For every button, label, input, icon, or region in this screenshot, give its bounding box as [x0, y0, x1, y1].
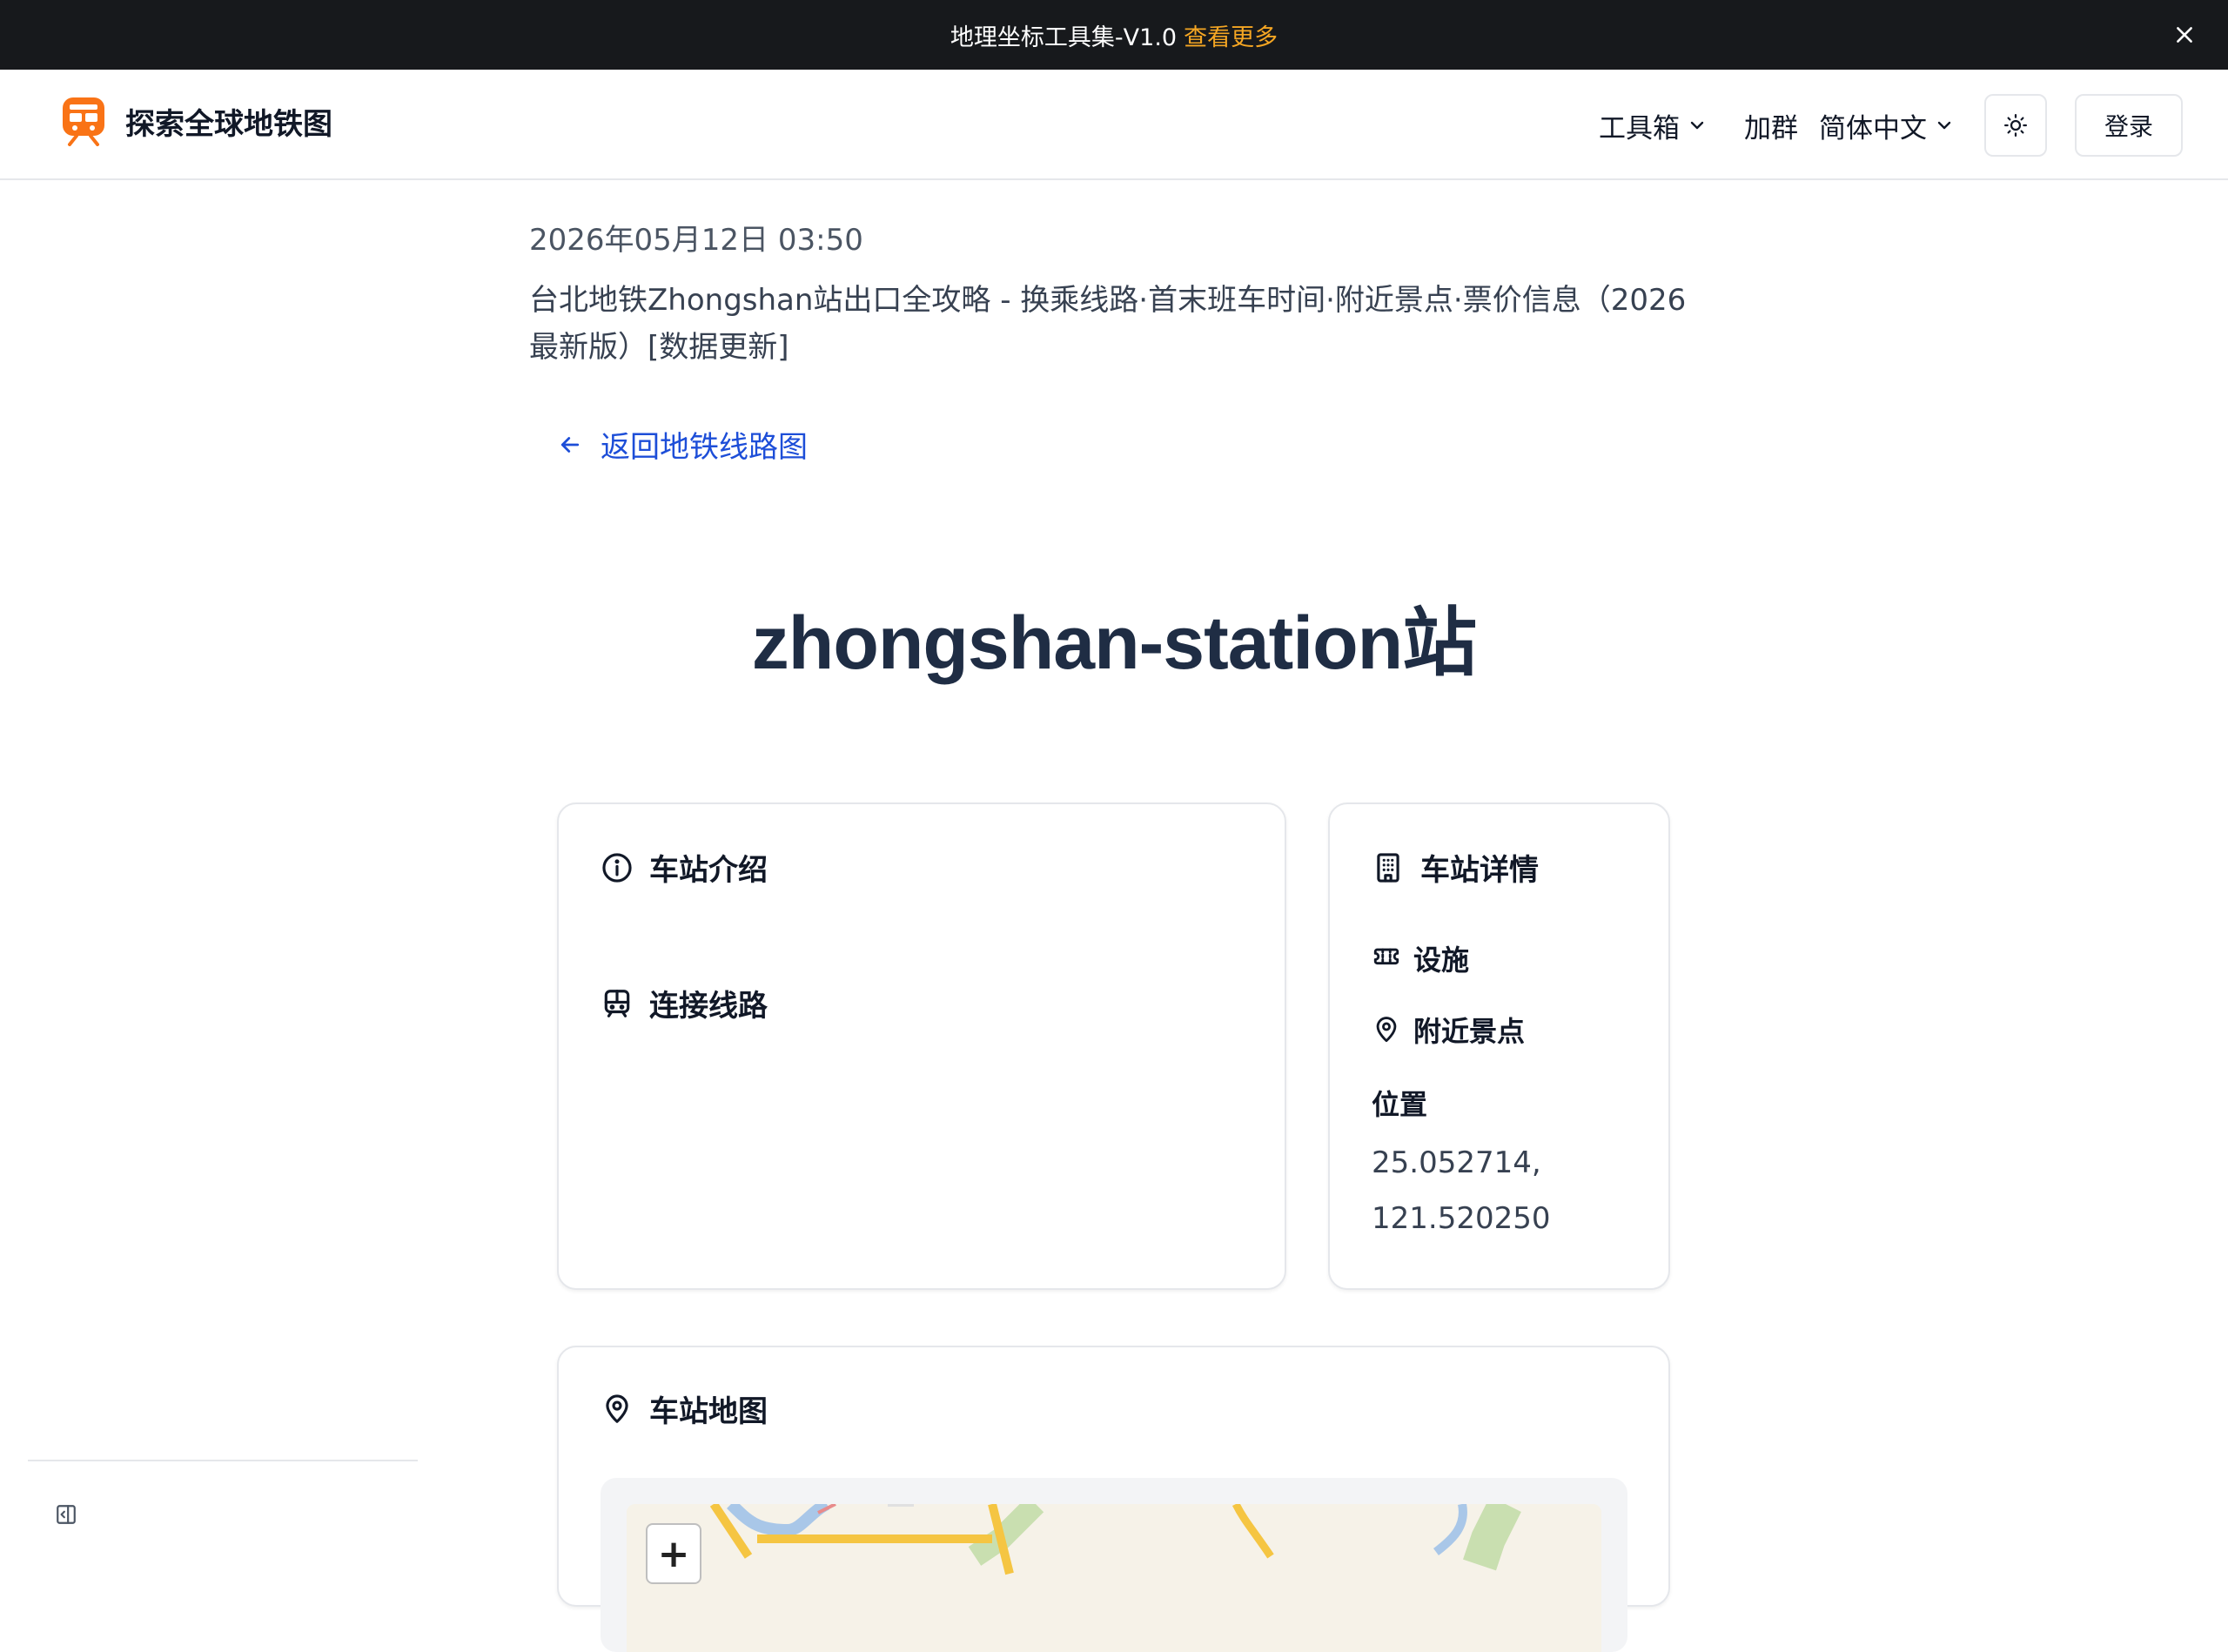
map-view[interactable]: + [627, 1504, 1601, 1652]
nav-actions: 工具箱 加群 简体中文 登录 [1599, 94, 2183, 157]
details-heading: 车站详情 [1372, 846, 1539, 889]
announcement-close-button[interactable] [2167, 17, 2202, 52]
close-icon [2177, 27, 2192, 43]
login-button[interactable]: 登录 [2075, 94, 2183, 157]
facilities-heading-label: 设施 [1413, 944, 1470, 977]
map-heading-label: 车站地图 [649, 1394, 768, 1429]
map-pin-icon [606, 1393, 628, 1423]
train-logo-icon [63, 97, 104, 146]
location-heading: 位置 [1372, 1088, 1428, 1121]
back-to-map-link[interactable]: 返回地铁线路图 [557, 423, 808, 466]
back-link-label: 返回地铁线路图 [601, 430, 808, 465]
brand-name: 探索全球地铁图 [125, 106, 332, 142]
publish-date: 2026年05月12日 03:50 [529, 223, 863, 258]
station-title: zhongshan-station站 [751, 601, 1477, 685]
lines-heading: 连接线路 [601, 982, 768, 1024]
train-icon [604, 989, 630, 1017]
nearby-heading-label: 附近景点 [1413, 1015, 1526, 1048]
location-longitude: 121.520250 [1372, 1201, 1551, 1236]
toolbox-label: 工具箱 [1599, 112, 1680, 144]
intro-heading-label: 车站介绍 [649, 853, 768, 888]
language-menu[interactable]: 简体中文 [1819, 106, 1955, 145]
info-icon [602, 852, 632, 883]
station-intro-card: 车站介绍 连接线路 [557, 802, 1286, 1290]
map-zoom-in-button[interactable]: + [646, 1523, 701, 1584]
sidebar-toggle-icon [57, 1505, 76, 1524]
announcement-more-link[interactable]: 查看更多 [1184, 18, 1278, 52]
brand-link[interactable]: 探索全球地铁图 [61, 96, 332, 146]
sun-icon [2004, 114, 2027, 137]
theme-toggle-button[interactable] [1984, 94, 2047, 157]
sidebar-toggle-button[interactable] [50, 1499, 82, 1530]
broken-image-alt-text: 台北地铁Zhongshan站出口全攻略 - 换乘线路·首末班车时间·附近景点·票… [529, 283, 1687, 365]
chevron-down-icon [1690, 121, 1704, 130]
facilities-heading: 设施 [1372, 938, 1469, 978]
intro-heading: 车站介绍 [601, 846, 768, 889]
station-map-card: 车站地图 + [557, 1346, 1670, 1652]
language-label: 简体中文 [1819, 112, 1927, 144]
location-latitude: 25.052714, [1372, 1145, 1541, 1180]
map-container: + [601, 1478, 1627, 1652]
nearby-heading: 附近景点 [1372, 1010, 1525, 1050]
map-heading: 车站地图 [601, 1387, 768, 1430]
lines-heading-label: 连接线路 [649, 989, 768, 1024]
announcement-bar: 地理坐标工具集-V1.0 查看更多 [0, 0, 2228, 70]
sidebar-divider [28, 1460, 418, 1461]
ticket-icon [1373, 948, 1399, 965]
chevron-down-icon [1937, 121, 1951, 130]
building-icon [1377, 852, 1399, 883]
join-group-link[interactable]: 加群 [1744, 106, 1798, 145]
details-heading-label: 车站详情 [1420, 853, 1539, 888]
arrow-left-icon [560, 436, 580, 453]
location-coordinates: 25.052714, 121.520250 [1372, 1135, 1551, 1246]
map-tiles-graphic [627, 1504, 1601, 1652]
navbar: 探索全球地铁图 工具箱 加群 简体中文 登录 [0, 70, 2228, 180]
join-group-label: 加群 [1744, 112, 1798, 144]
announcement-text: 地理坐标工具集-V1.0 [950, 24, 1178, 51]
map-pin-icon [1376, 1017, 1397, 1043]
station-details-card: 车站详情 设施 附近景点 位置 25.052714, 121.520250 [1328, 802, 1670, 1290]
toolbox-menu[interactable]: 工具箱 [1599, 106, 1708, 145]
